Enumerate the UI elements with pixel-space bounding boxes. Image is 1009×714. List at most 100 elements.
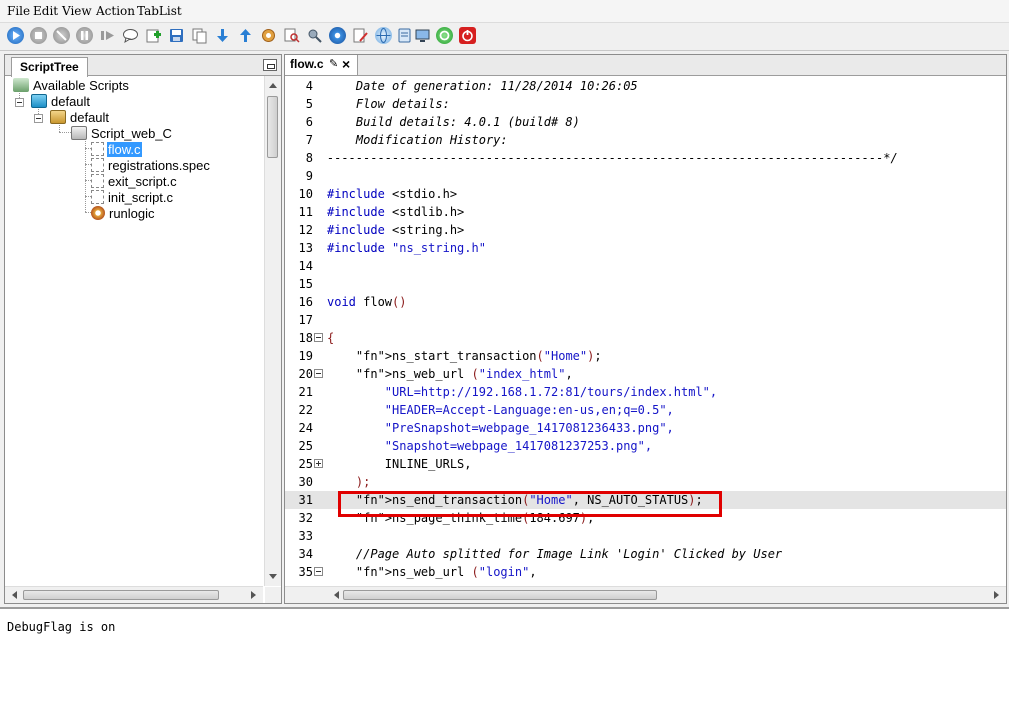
line-number: 12 [298,223,313,237]
code-line[interactable]: 5 Flow details: [285,95,1006,113]
scroll-corner [265,587,281,603]
code-line[interactable]: 6 Build details: 4.0.1 (build# 8) [285,113,1006,131]
code-line[interactable]: 25 "Snapshot=webpage_1417081237253.png", [285,437,1006,455]
code-line[interactable]: 21 "URL=http://192.168.1.72:81/tours/ind… [285,383,1006,401]
minimize-button[interactable] [263,59,277,71]
editor-horizontal-scrollbar[interactable] [285,586,1006,603]
tree-script-web-c[interactable]: Script_web_C [71,126,173,142]
collapse-icon[interactable] [314,369,323,378]
scroll-left-icon[interactable] [7,587,21,603]
tree-file-registrations[interactable]: registrations.spec [91,158,211,174]
collapse-icon[interactable] [314,567,323,576]
file-icon [91,158,104,172]
cancel-icon[interactable] [53,27,70,44]
tree-file-init-script[interactable]: init_script.c [91,190,174,206]
monitor-icon[interactable] [414,27,431,44]
scroll-up-icon[interactable] [265,78,281,92]
stop-icon[interactable] [30,27,47,44]
editor-hscroll-thumb[interactable] [343,590,657,600]
code-line[interactable]: 15 [285,275,1006,293]
code-text: #include <stdlib.h> [327,205,465,219]
code-line[interactable]: 33 [285,527,1006,545]
code-line[interactable]: 24 "PreSnapshot=webpage_1417081236433.pn… [285,419,1006,437]
scroll-left-icon[interactable] [329,587,343,603]
file-icon [91,190,104,204]
code-line[interactable]: 12 #include <string.h> [285,221,1006,239]
line-number: 14 [298,259,313,273]
code-line[interactable]: 35 "fn">ns_web_url ("login", [285,563,1006,581]
menu-tablist[interactable]: TabList [137,4,182,18]
code-line[interactable]: 16 void flow() [285,293,1006,311]
settings-icon[interactable] [260,27,277,44]
network-icon [13,78,29,92]
code-text: Date of generation: 11/28/2014 10:26:05 [327,79,638,93]
scroll-down-icon[interactable] [265,570,281,584]
file-icon [91,174,104,188]
close-icon[interactable]: × [342,55,350,74]
pause-icon[interactable] [76,27,93,44]
line-number: 25 [298,439,313,453]
tree-vertical-scrollbar[interactable] [264,76,281,586]
play-icon[interactable] [7,27,24,44]
pin-icon: ✎ [329,58,339,70]
comment-icon[interactable] [122,27,139,44]
tree-root[interactable]: Available Scripts [13,78,130,94]
code-line[interactable]: 14 [285,257,1006,275]
tools-icon[interactable] [306,27,323,44]
tree-default-2[interactable]: default [50,110,110,126]
code-text: #include <stdio.h> [327,187,458,201]
add-icon[interactable] [145,27,162,44]
code-line[interactable]: 25 INLINE_URLS, [285,455,1006,473]
refresh-icon[interactable] [436,27,453,44]
collapse-icon[interactable] [314,333,323,342]
code-text: void flow() [327,295,407,309]
menu-action[interactable]: Action [96,4,135,18]
code-line[interactable]: 10 #include <stdio.h> [285,185,1006,203]
tree-file-exit-script[interactable]: exit_script.c [91,174,178,190]
tab-scripttree[interactable]: ScriptTree [11,57,88,77]
gear-icon[interactable] [329,27,346,44]
globe-icon[interactable] [375,27,392,44]
line-number: 21 [298,385,313,399]
collapse-icon[interactable] [15,98,24,107]
tree-file-flow-c[interactable]: flow.c [91,142,142,158]
tree-horizontal-scrollbar[interactable] [5,586,263,603]
menu-view[interactable]: View [62,4,92,18]
search-icon[interactable] [283,27,300,44]
code-line[interactable]: 18 { [285,329,1006,347]
tree-default-1[interactable]: default [31,94,91,110]
code-line[interactable]: 17 [285,311,1006,329]
code-line[interactable]: 11 #include <stdlib.h> [285,203,1006,221]
power-icon[interactable] [459,27,476,44]
menu-file[interactable]: File [7,4,30,18]
download-icon[interactable] [214,27,231,44]
code-line[interactable]: 20 "fn">ns_web_url ("index_html", [285,365,1006,383]
code-line[interactable]: 19 "fn">ns_start_transaction("Home"); [285,347,1006,365]
edit-icon[interactable] [352,27,369,44]
code-line[interactable]: 7 Modification History: [285,131,1006,149]
code-line[interactable]: 4 Date of generation: 11/28/2014 10:26:0… [285,77,1006,95]
tree-scroll-thumb[interactable] [267,96,278,158]
code-line[interactable]: 9 [285,167,1006,185]
line-number: 22 [298,403,313,417]
document-icon[interactable] [396,27,413,44]
output-console[interactable]: DebugFlag is on [0,607,1009,714]
code-line[interactable]: 22 "HEADER=Accept-Language:en-us,en;q=0.… [285,401,1006,419]
upload-icon[interactable] [237,27,254,44]
code-line[interactable]: 30 ); [285,473,1006,491]
tree-hscroll-thumb[interactable] [23,590,219,600]
step-icon[interactable] [99,27,116,44]
copy-icon[interactable] [191,27,208,44]
file-icon [91,142,104,156]
code-line[interactable]: 34 //Page Auto splitted for Image Link '… [285,545,1006,563]
expand-icon[interactable] [314,459,323,468]
collapse-icon[interactable] [34,114,43,123]
scroll-right-icon[interactable] [247,587,261,603]
menu-edit[interactable]: Edit [33,4,58,18]
scroll-right-icon[interactable] [990,587,1004,603]
tab-flow-c[interactable]: flow.c ✎ × [285,55,358,75]
tree-file-runlogic[interactable]: runlogic [91,206,156,222]
code-line[interactable]: 8 ---------------------------------------… [285,149,1006,167]
code-line[interactable]: 13 #include "ns_string.h" [285,239,1006,257]
save-icon[interactable] [168,27,185,44]
